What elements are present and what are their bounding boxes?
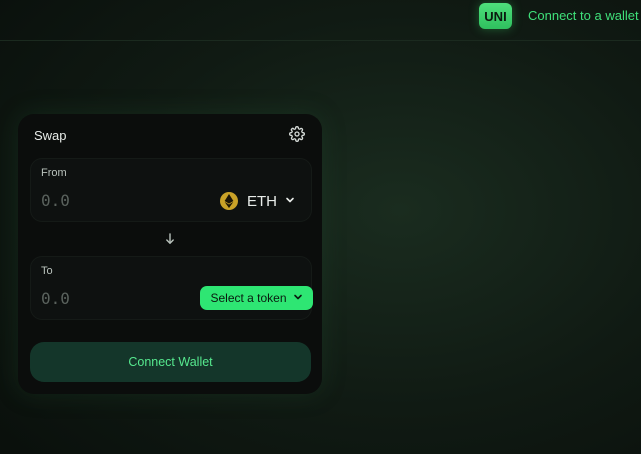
select-token-label: Select a token: [210, 291, 287, 305]
ethereum-icon: [220, 192, 238, 210]
from-token-symbol: ETH: [247, 192, 277, 210]
select-token-button[interactable]: Select a token: [200, 286, 313, 310]
to-panel: To Select a token: [30, 256, 313, 320]
from-label: From: [41, 167, 67, 179]
swap-title: Swap: [34, 128, 67, 143]
to-label: To: [41, 265, 53, 277]
connect-to-wallet-link[interactable]: Connect to a wallet: [528, 8, 639, 23]
connect-wallet-button[interactable]: Connect Wallet: [30, 342, 311, 382]
chevron-down-icon: [285, 192, 295, 210]
chevron-down-icon: [293, 291, 303, 305]
top-bar: UNI Connect to a wallet: [0, 0, 641, 41]
from-token-select[interactable]: ETH: [220, 189, 295, 213]
to-amount-input[interactable]: [41, 289, 161, 308]
arrow-down-icon[interactable]: [162, 231, 178, 247]
from-panel: From ETH: [30, 158, 312, 222]
uni-logo-badge[interactable]: UNI: [479, 3, 512, 29]
swap-card: Swap From ETH: [18, 114, 322, 394]
gear-icon[interactable]: [289, 126, 305, 142]
from-amount-input[interactable]: [41, 191, 161, 210]
